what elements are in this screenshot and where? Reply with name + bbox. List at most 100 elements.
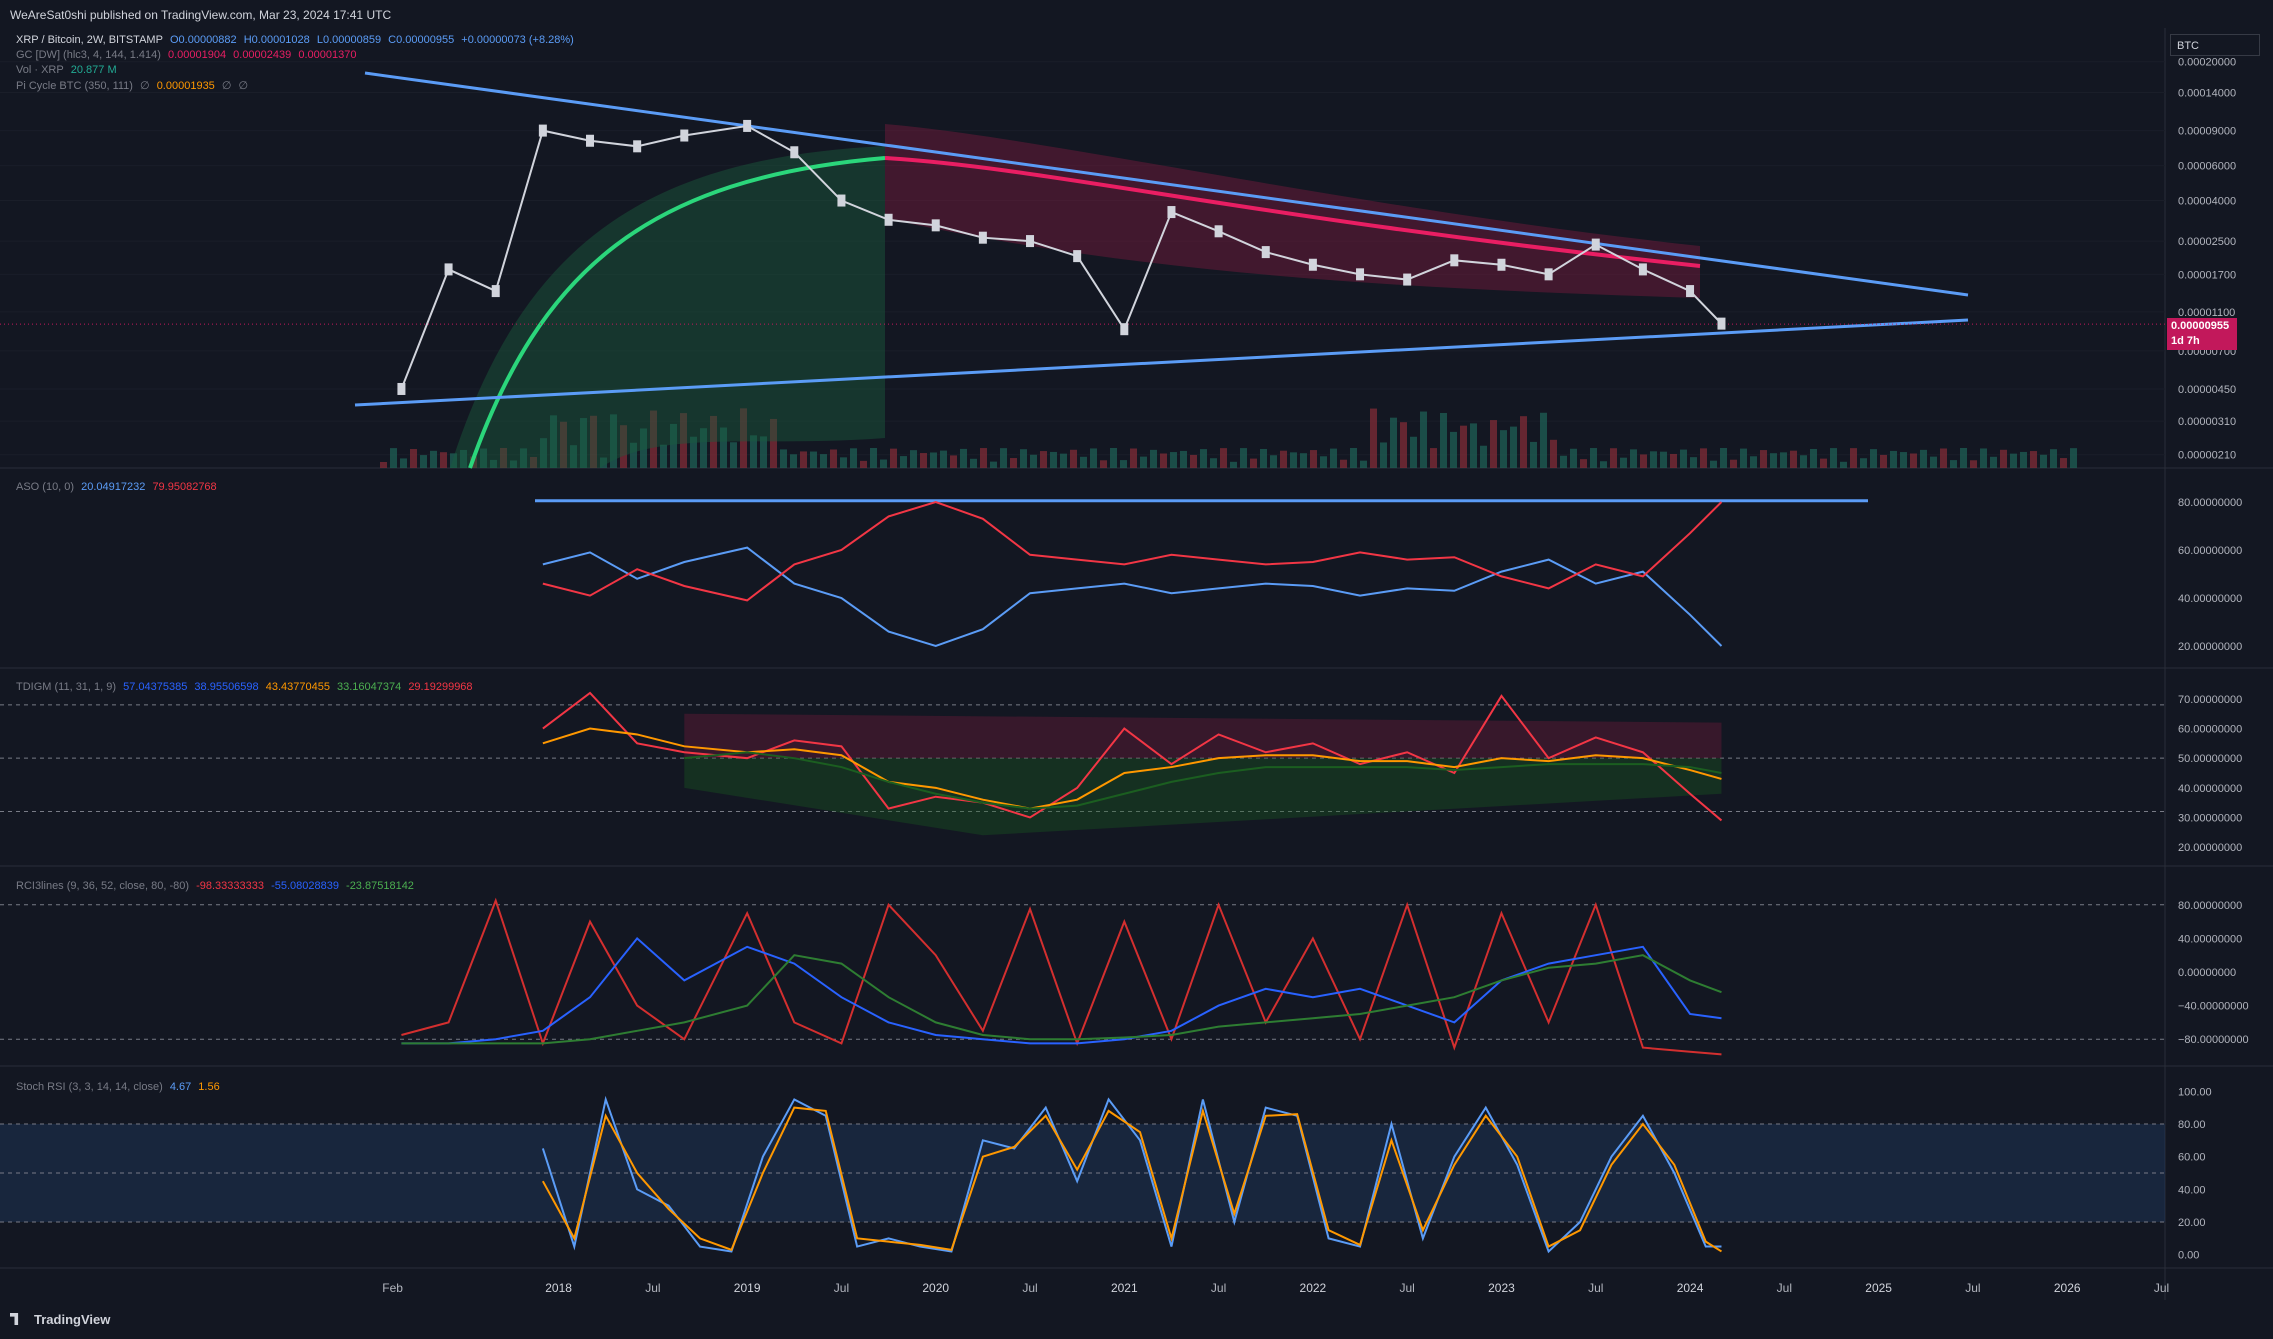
stoch-title[interactable]: Stoch RSI (3, 3, 14, 14, close) bbox=[16, 1081, 163, 1093]
volume-bar bbox=[910, 450, 917, 468]
time-axis-label: Jul bbox=[645, 1281, 660, 1295]
volume-bar bbox=[1700, 448, 1707, 468]
rci-title[interactable]: RCI3lines (9, 36, 52, close, 80, -80) bbox=[16, 880, 189, 892]
price-candle bbox=[1073, 250, 1082, 263]
volume-bar bbox=[1580, 459, 1587, 468]
volume-bar bbox=[1930, 456, 1937, 468]
pi-title[interactable]: Pi Cycle BTC (350, 111) bbox=[16, 80, 133, 92]
tdigm-v1: 57.04375385 bbox=[123, 681, 188, 693]
time-axis-label: 2018 bbox=[545, 1281, 572, 1295]
ohlc-change: +0.00000073 (+8.28%) bbox=[461, 34, 574, 46]
pi-v2: 0.00001935 bbox=[156, 80, 215, 92]
aso-v2: 79.95082768 bbox=[152, 481, 217, 493]
last-price-tag: 0.00000955 1d 7h bbox=[2167, 318, 2237, 350]
volume-bar bbox=[1300, 453, 1307, 468]
vol-title[interactable]: Vol · XRP bbox=[16, 64, 64, 76]
ohlc-open: O0.00000882 bbox=[169, 34, 237, 46]
volume-bar bbox=[1220, 448, 1227, 468]
tdigm-axis-label: 30.00000000 bbox=[2178, 812, 2242, 824]
time-axis-label: 2024 bbox=[1677, 1281, 1704, 1295]
price-candle bbox=[1308, 258, 1317, 271]
time-axis-label: 2019 bbox=[734, 1281, 761, 1295]
gc-v3: 0.00001370 bbox=[298, 49, 357, 61]
volume-bar bbox=[1170, 452, 1177, 468]
rci-axis-label: 0.00000000 bbox=[2178, 967, 2236, 979]
volume-bar bbox=[1730, 459, 1737, 468]
volume-bar bbox=[1020, 449, 1027, 468]
volume-bar bbox=[1470, 423, 1477, 468]
volume-bar bbox=[1190, 454, 1197, 468]
aso-axis-label: 80.00000000 bbox=[2178, 497, 2242, 509]
currency-selector[interactable]: BTC bbox=[2170, 34, 2260, 56]
aso-title[interactable]: ASO (10, 0) bbox=[16, 481, 74, 493]
rci-axis-label: −80.00000000 bbox=[2178, 1034, 2249, 1046]
rci-v1: -98.33333333 bbox=[196, 880, 264, 892]
volume-bar bbox=[1940, 448, 1947, 468]
price-candle bbox=[586, 134, 595, 147]
volume-bar bbox=[1570, 448, 1577, 468]
time-axis-label: 2026 bbox=[2054, 1281, 2081, 1295]
volume-bar bbox=[1590, 448, 1597, 468]
footer-bar: TradingView bbox=[0, 1300, 2273, 1339]
rci-series-short bbox=[401, 897, 1722, 1056]
tradingview-logo[interactable]: TradingView bbox=[10, 1312, 110, 1327]
tdigm-title[interactable]: TDIGM (11, 31, 1, 9) bbox=[16, 681, 116, 693]
aso-axis-label: 60.00000000 bbox=[2178, 545, 2242, 557]
price-candle bbox=[1717, 317, 1726, 330]
volume-bar bbox=[1110, 448, 1117, 468]
volume-bar bbox=[2060, 458, 2067, 468]
aso-axis-label: 40.00000000 bbox=[2178, 593, 2242, 605]
gc-v2: 0.00002439 bbox=[233, 49, 292, 61]
volume-bar bbox=[1390, 417, 1397, 468]
volume-bar bbox=[940, 450, 947, 468]
tdigm-axis-label: 20.00000000 bbox=[2178, 842, 2242, 854]
pi-v1: ∅ bbox=[140, 80, 150, 92]
volume-bar bbox=[1660, 451, 1667, 468]
volume-bar bbox=[1710, 460, 1717, 468]
volume-bar bbox=[1500, 430, 1507, 468]
volume-bar bbox=[970, 458, 977, 468]
tdigm-axis-label: 70.00000000 bbox=[2178, 694, 2242, 706]
brand-name: TradingView bbox=[34, 1312, 111, 1327]
price-axis-label: 0.00009000 bbox=[2178, 126, 2236, 138]
price-candle bbox=[680, 129, 689, 142]
rci-v2: -55.08028839 bbox=[271, 880, 339, 892]
volume-bar bbox=[1280, 450, 1287, 468]
volume-bar bbox=[410, 449, 417, 468]
price-candle bbox=[743, 119, 752, 132]
volume-bar bbox=[2000, 449, 2007, 468]
stoch-axis-label: 40.00 bbox=[2178, 1184, 2206, 1196]
volume-bar bbox=[1850, 448, 1857, 468]
chart-area[interactable]: Feb 2018 Jul 2019 Jul 2020 Jul 2021 Jul 2022 Jul 20… bbox=[0, 28, 2273, 1300]
symbol-title[interactable]: XRP / Bitcoin, 2W, BITSTAMP bbox=[16, 34, 163, 46]
volume-bar bbox=[1970, 460, 1977, 468]
volume-bar bbox=[1820, 458, 1827, 468]
price-candle bbox=[1167, 206, 1176, 219]
stoch-axis-label: 20.00 bbox=[2178, 1217, 2206, 1229]
volume-bar bbox=[1870, 449, 1877, 468]
time-axis-label: Jul bbox=[1022, 1281, 1037, 1295]
pi-v3: ∅ bbox=[221, 80, 232, 92]
volume-bar bbox=[400, 458, 407, 468]
volume-bar bbox=[1270, 455, 1277, 468]
price-legend-line2: GC [DW] (hlc3, 4, 144, 1.414) 0.00001904… bbox=[16, 49, 578, 61]
volume-bar bbox=[960, 448, 967, 468]
chart-canvas[interactable]: Feb 2018 Jul 2019 Jul 2020 Jul 2021 Jul 2022 Jul 20… bbox=[0, 28, 2273, 1300]
price-candle bbox=[1261, 246, 1270, 259]
volume-bar bbox=[1810, 448, 1817, 468]
time-axis-label: Feb bbox=[382, 1281, 403, 1295]
volume-bar bbox=[920, 453, 927, 468]
gc-title[interactable]: GC [DW] (hlc3, 4, 144, 1.414) bbox=[16, 49, 161, 61]
price-axis-label: 0.00020000 bbox=[2178, 57, 2236, 69]
volume-bar bbox=[1650, 451, 1657, 468]
volume-bar bbox=[660, 444, 667, 468]
volume-bar bbox=[1720, 448, 1727, 468]
price-axis-label: 0.00002500 bbox=[2178, 236, 2236, 248]
volume-bar bbox=[1250, 458, 1257, 468]
volume-bar bbox=[1080, 456, 1087, 468]
volume-bar bbox=[800, 451, 807, 468]
volume-bar bbox=[2010, 453, 2017, 468]
volume-bar bbox=[1800, 455, 1807, 468]
volume-bar bbox=[780, 449, 787, 468]
volume-bar bbox=[1790, 450, 1797, 468]
